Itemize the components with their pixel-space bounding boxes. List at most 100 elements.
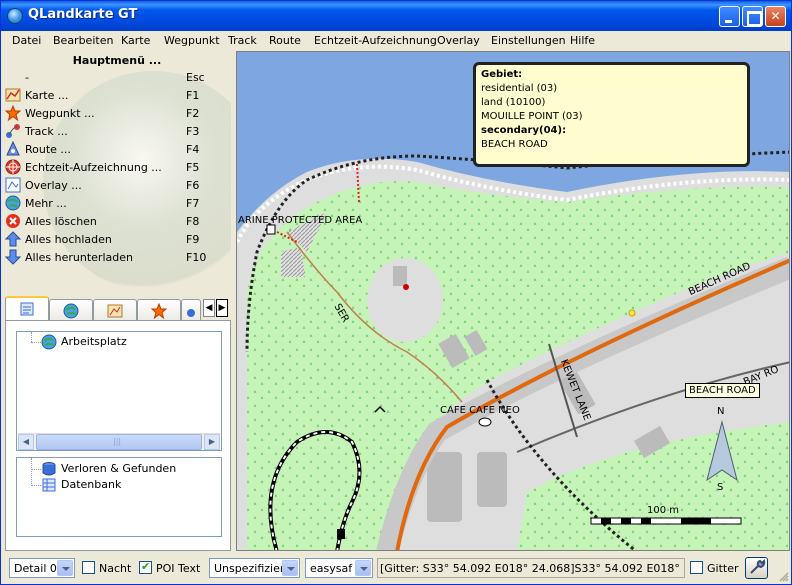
tree-connector [31,342,41,343]
profile-select-value: easysaf [310,562,353,575]
menu-entry-label: Track ... [25,125,68,138]
menu-entry-track[interactable]: Track ... F3 [3,123,231,141]
detail-select-value: Detail 0 [14,562,57,575]
resize-grip-icon[interactable] [777,570,789,582]
route-icon [6,141,20,156]
menu-entry-label: Route ... [25,143,71,156]
projection-select[interactable]: Unspezifiziert [209,558,300,578]
delete-icon [6,214,20,228]
menu-entry-label: Overlay ... [25,179,82,192]
menu-echtzeit[interactable]: Echtzeit-Aufzeichnung [314,34,437,47]
info-line: BEACH ROAD [481,139,548,150]
menu-entry-overlay[interactable]: Overlay ... F6 [3,177,231,195]
road-tooltip: BEACH ROAD [685,383,760,398]
title-bar[interactable]: QLandkarte GT [1,1,791,31]
grid-label: Gitter [707,562,739,575]
tool-tabs: ◀ ▶ [5,296,231,321]
live-log-icon [5,159,21,175]
main-menu-title: Hauptmenü ... [72,54,162,67]
menu-wegpunkt[interactable]: Wegpunkt [164,34,220,47]
menu-track[interactable]: Track [228,34,257,47]
parking-poi-icon [337,529,345,539]
menu-overlay[interactable]: Overlay [437,34,480,47]
night-label: Nacht [99,562,132,575]
map-label-marine: ARINE PROTECTED AREA [238,215,363,226]
menu-entry-route[interactable]: Route ... F4 [3,141,231,159]
menu-einstellungen[interactable]: Einstellungen [491,34,566,47]
chevron-down-icon[interactable] [282,560,298,576]
scroll-thumb[interactable] [36,434,202,450]
profile-select[interactable]: easysaf [305,558,373,578]
menu-karte[interactable]: Karte [121,34,150,47]
menu-entry-key: F4 [186,143,200,156]
close-button[interactable] [765,6,786,27]
tree-item-label: Arbeitsplatz [61,335,127,348]
menu-entry-mehr[interactable]: Mehr ... F7 [3,195,231,213]
tab-scroll-left-button[interactable]: ◀ [203,299,215,317]
globe-icon [41,334,57,350]
settings-tool-button[interactable] [745,557,768,579]
compass-south-label: S [717,482,724,493]
menu-entry-echtzeit[interactable]: Echtzeit-Aufzeichnung ... F5 [3,159,231,177]
track-icon [187,309,195,317]
chevron-down-icon[interactable] [57,560,73,576]
menu-entry-label: Mehr ... [25,197,67,210]
window-title: QLandkarte GT [28,7,138,22]
tree-connector [31,469,41,470]
menu-entry-wegpunkt[interactable]: Wegpunkt ... F2 [3,105,231,123]
waypoint-star-icon [5,105,21,121]
menu-entry-label: Wegpunkt ... [25,107,95,120]
tab-waypoints[interactable] [137,299,181,320]
menu-entry-key: F7 [186,197,200,210]
menu-entry-alles-hochladen[interactable]: Alles hochladen F9 [3,231,231,249]
tab-workspace[interactable] [5,296,49,321]
night-checkbox[interactable] [82,561,95,574]
upload-icon [5,231,21,247]
map-info-box: Gebiet: residential (03) land (10100) MO… [473,62,750,167]
menu-hilfe[interactable]: Hilfe [570,34,595,47]
map-canvas[interactable]: ARINE PROTECTED AREA SER BEACH ROAD BAY … [236,51,790,551]
poi-text-checkbox[interactable] [139,560,152,574]
cafe-poi-icon [478,417,492,427]
map-label-cafe: CAFE CAFE NEO [440,405,520,416]
tab-maps[interactable] [49,299,93,320]
tree-item-label: Datenbank [61,478,122,491]
menu-entry-key: F3 [186,125,200,138]
minimize-button[interactable] [719,6,740,27]
menu-route[interactable]: Route [269,34,301,47]
wrench-icon [750,559,766,574]
tab-partial[interactable] [181,299,201,320]
horizontal-scrollbar[interactable]: ◀ ▶ [18,433,220,450]
menu-entry-label: - [25,71,29,84]
menu-entry-escape[interactable]: - Esc [3,69,231,87]
menu-entry-label: Alles hochladen [25,233,112,246]
menu-datei[interactable]: Datei [12,34,41,47]
app-window: QLandkarte GT Datei Bearbeiten Karte Weg… [0,0,792,585]
maximize-button[interactable] [742,6,763,27]
menu-bearbeiten[interactable]: Bearbeiten [53,34,113,47]
chevron-down-icon[interactable] [355,560,371,576]
workspace-tree[interactable]: Arbeitsplatz ◀ ▶ [16,331,222,451]
info-line: land (10100) [481,97,546,108]
workspace-icon [20,302,34,316]
menu-entry-alles-loeschen[interactable]: Alles löschen F8 [3,213,231,231]
menu-entry-alles-herunterladen[interactable]: Alles herunterladen F10 [3,249,231,267]
tree-connector [31,485,41,486]
main-menu-panel: Hauptmenü ... - Esc Karte ... F1 Wegpunk… [3,51,231,291]
scroll-left-arrow[interactable]: ◀ [18,434,34,450]
globe-icon [63,303,79,319]
menu-entry-label: Alles herunterladen [25,251,133,264]
poi-text-label: POI Text [156,562,201,575]
scroll-right-arrow[interactable]: ▶ [204,434,220,450]
menu-entry-karte[interactable]: Karte ... F1 [3,87,231,105]
tab-scroll-right-button[interactable]: ▶ [216,299,228,317]
detail-select[interactable]: Detail 0 [9,558,75,578]
tab-map-edit[interactable] [93,299,137,320]
projection-select-value: Unspezifiziert [214,562,289,575]
info-line: residential (03) [481,83,558,94]
menu-entry-key: F9 [186,233,200,246]
overlay-icon [5,177,21,193]
database-tree[interactable]: Verloren & Gefunden Datenbank [16,457,222,537]
grid-checkbox[interactable] [690,561,703,574]
menu-entry-key: F10 [186,251,207,264]
